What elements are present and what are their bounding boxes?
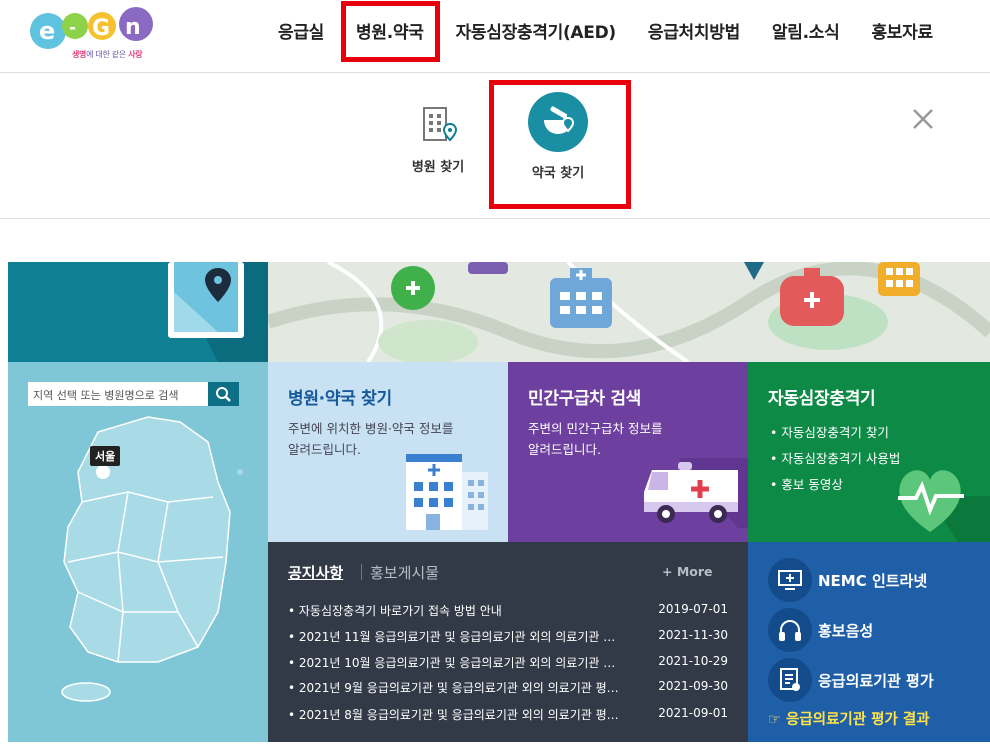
nav-aed[interactable]: 자동심장충격기(AED) [440, 18, 632, 43]
ambulance-tile-desc: 주변의 민간구급차 정보를알려드립니다. [528, 418, 662, 460]
close-icon[interactable] [908, 104, 938, 134]
document-icon [768, 658, 812, 702]
hospital-tile-line2: 알려드립니다. [288, 442, 361, 457]
eval-result-link[interactable]: ☞ 응급의료기관 평가 결과 [768, 708, 930, 729]
notice-date: 2021-11-30 [658, 628, 728, 642]
nemc-intranet-label: NEMC 인트라넷 [818, 571, 928, 590]
promo-audio-label: 홍보음성 [818, 621, 874, 640]
hero-illustration-map [265, 262, 990, 362]
notice-row[interactable]: • 2021년 10월 응급의료기관 및 응급의료기관 외의 의료기관 평가 결… [288, 654, 728, 676]
logo-tagline: 생명에 대한 같은 사랑 [72, 49, 143, 60]
ambulance-illustration [644, 458, 748, 528]
document-glyph [780, 668, 800, 691]
notice-date: 2021-09-30 [658, 679, 728, 693]
notice-title: • 2021년 8월 응급의료기관 및 응급의료기관 외의 의료기관 평가 결과 [288, 708, 623, 722]
map-pin-icon [168, 262, 268, 362]
notice-date: 2021-10-29 [658, 654, 728, 668]
nav-first-aid[interactable]: 응급처치방법 [632, 18, 756, 43]
svg-text:e: e [39, 17, 55, 45]
nav-emergency-room[interactable]: 응급실 [262, 18, 340, 43]
heart-pulse-icon [898, 470, 990, 542]
notice-date: 2019-07-01 [658, 602, 728, 616]
notice-title: • 자동심장충격기 바로가기 접속 방법 안내 [288, 604, 502, 618]
hospital-find-item[interactable]: 병원 찾기 [388, 102, 488, 175]
nemc-intranet-link[interactable]: NEMC 인트라넷 [768, 558, 983, 602]
hero-banner [8, 262, 990, 362]
aed-link-list: • 자동심장충격기 찾기 • 자동심장충격기 사용법 • 홍보 동영상 [770, 420, 900, 498]
egen-logo[interactable]: e - G n 생명에 대한 같은 사랑 [26, 4, 161, 64]
site-header: e - G n 생명에 대한 같은 사랑 응급실 병원.약국 자동심장충격기(A… [0, 0, 990, 73]
notice-date: 2021-09-01 [658, 706, 728, 720]
notice-title: • 2021년 9월 응급의료기관 및 응급의료기관 외의 의료기관 평가 결과 [288, 681, 623, 695]
headphones-icon [768, 608, 812, 652]
svg-text:n: n [125, 15, 141, 40]
notice-row[interactable]: • 자동심장충격기 바로가기 접속 방법 안내 2019-07-01 [288, 602, 728, 624]
close-x-glyph [913, 109, 933, 129]
aed-tile-title: 자동심장충격기 [768, 389, 876, 409]
hospital-eval-label: 응급의료기관 평가 [818, 671, 934, 690]
ambulance-tile-line2: 알려드립니다. [528, 442, 601, 457]
tab-separator [361, 564, 362, 580]
hospital-tile-line1: 주변에 위치한 병원·약국 정보를 [288, 421, 454, 436]
hospital-tile-title: 병원·약국 찾기 [288, 389, 392, 409]
notice-row[interactable]: • 2021년 8월 응급의료기관 및 응급의료기관 외의 의료기관 평가 결과… [288, 706, 728, 728]
aed-find-link[interactable]: • 자동심장충격기 찾기 [770, 420, 900, 446]
highlight-nav-box [341, 1, 440, 62]
tab-promo-posts[interactable]: 홍보게시물 [370, 562, 439, 583]
hospital-eval-link[interactable]: 응급의료기관 평가 [768, 658, 983, 702]
hero-map-panel [8, 262, 268, 362]
notice-title: • 2021년 10월 응급의료기관 및 응급의료기관 외의 의료기관 평가 결… [288, 656, 623, 670]
monitor-glyph [778, 570, 802, 590]
ambulance-tile-title: 민간구급차 검색 [528, 389, 641, 409]
ambulance-tile-line1: 주변의 민간구급차 정보를 [528, 421, 663, 436]
search-input[interactable]: 지역 선택 또는 병원명으로 검색 [28, 382, 208, 406]
search-icon [216, 387, 231, 402]
korea-map-illustration [61, 416, 243, 702]
aed-howto-link[interactable]: • 자동심장충격기 사용법 [770, 446, 900, 472]
headphones-glyph [779, 620, 801, 641]
logo-mark: e - G n [30, 7, 153, 49]
quick-links-panel: NEMC 인트라넷 홍보음성 응급의료기관 평가 ☞ 응급의료기관 평가 결과 [748, 542, 990, 742]
tagline-middle: 에 대한 같은 [86, 50, 129, 59]
svg-text:G: G [92, 16, 110, 41]
search-button[interactable] [208, 382, 239, 406]
map-illustration [265, 262, 990, 362]
promo-audio-link[interactable]: 홍보음성 [768, 608, 983, 652]
highlight-pharmacy-box [489, 80, 631, 209]
tagline-suffix: 사랑 [128, 50, 143, 59]
hospital-find-label: 병원 찾기 [411, 160, 465, 175]
monitor-icon [768, 558, 812, 602]
aed-tile: 자동심장충격기 • 자동심장충격기 찾기 • 자동심장충격기 사용법 • 홍보 … [748, 362, 990, 542]
ambulance-search-tile[interactable]: 민간구급차 검색 주변의 민간구급차 정보를알려드립니다. [508, 362, 748, 542]
notice-row[interactable]: • 2021년 11월 응급의료기관 및 응급의료기관 외의 의료기관 평가 결… [288, 628, 728, 650]
hospital-pharmacy-tile[interactable]: 병원·약국 찾기 주변에 위치한 병원·약국 정보를알려드립니다. [268, 362, 508, 542]
page: e - G n 생명에 대한 같은 사랑 응급실 병원.약국 자동심장충격기(A… [0, 0, 990, 748]
hospital-building-illustration [406, 454, 488, 530]
notice-row[interactable]: • 2021년 9월 응급의료기관 및 응급의료기관 외의 의료기관 평가 결과… [288, 679, 728, 701]
seoul-label[interactable]: 서울 [90, 446, 121, 466]
korea-map-panel: 지역 선택 또는 병원명으로 검색 서울 [8, 362, 268, 742]
notice-board: 공지사항 홍보게시물 + More • 자동심장충격기 바로가기 접속 방법 안… [268, 542, 748, 742]
hospital-building-icon [423, 107, 458, 142]
nav-promo[interactable]: 홍보자료 [855, 18, 948, 43]
more-link[interactable]: + More [662, 564, 713, 579]
nav-news[interactable]: 알림.소식 [756, 18, 856, 43]
tab-notice[interactable]: 공지사항 [288, 562, 343, 583]
tagline-prefix: 생명 [72, 50, 87, 59]
svg-text:-: - [69, 18, 76, 38]
notice-title: • 2021년 11월 응급의료기관 및 응급의료기관 외의 의료기관 평가 결… [288, 630, 623, 644]
aed-video-link[interactable]: • 홍보 동영상 [770, 472, 900, 498]
